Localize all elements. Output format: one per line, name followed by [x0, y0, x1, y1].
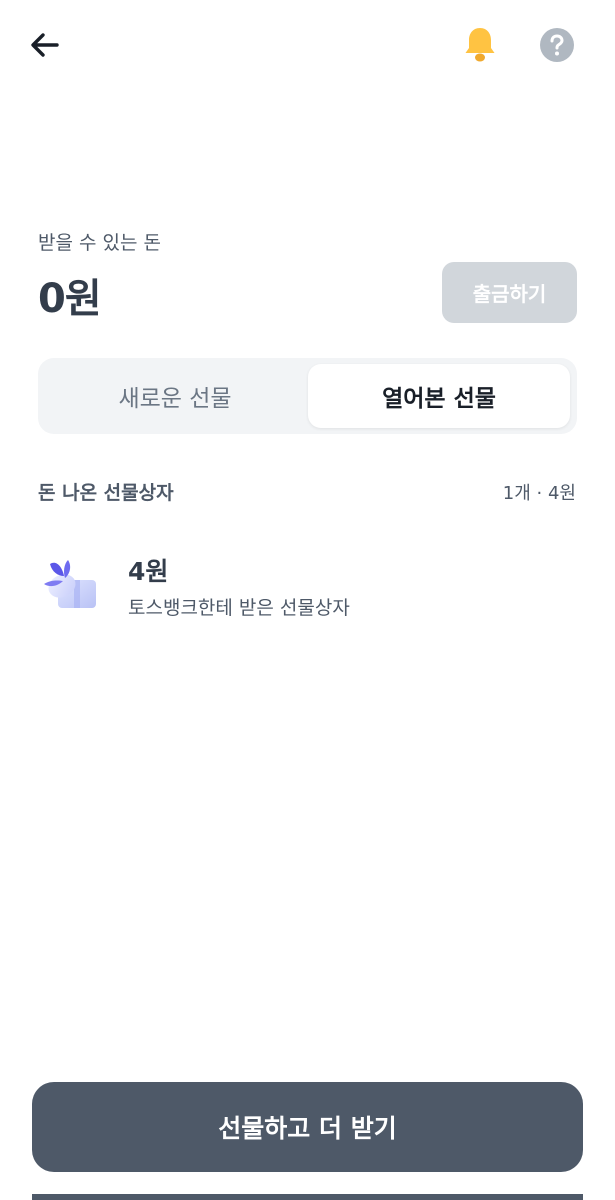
gift-and-earn-more-button[interactable]: 선물하고 더 받기 — [32, 1082, 583, 1172]
bottom-overlay-strip — [32, 1194, 583, 1200]
gift-tab-switcher: 새로운 선물 열어본 선물 — [38, 358, 577, 434]
question-mark-icon — [540, 28, 574, 62]
balance-amount: 0원 — [38, 276, 102, 322]
withdraw-button[interactable]: 출금하기 — [442, 262, 577, 323]
back-button[interactable] — [24, 24, 66, 66]
tab-new-gifts[interactable]: 새로운 선물 — [44, 364, 306, 428]
section-summary: 1개 · 4원 — [502, 483, 576, 504]
help-button[interactable] — [538, 26, 576, 64]
list-item[interactable]: 4원 토스뱅크한테 받은 선물상자 — [24, 540, 584, 630]
balance-label: 받을 수 있는 돈 — [38, 232, 161, 254]
gift-box-icon — [44, 560, 96, 608]
top-bar — [0, 0, 615, 88]
notification-button[interactable] — [458, 22, 502, 66]
tab-opened-gifts[interactable]: 열어본 선물 — [308, 364, 570, 428]
gift-description: 토스뱅크한테 받은 선물상자 — [128, 597, 350, 619]
bell-icon — [465, 28, 495, 62]
section-title: 돈 나온 선물상자 — [38, 482, 174, 504]
gift-amount: 4원 — [128, 557, 169, 586]
arrow-left-icon — [31, 33, 59, 57]
